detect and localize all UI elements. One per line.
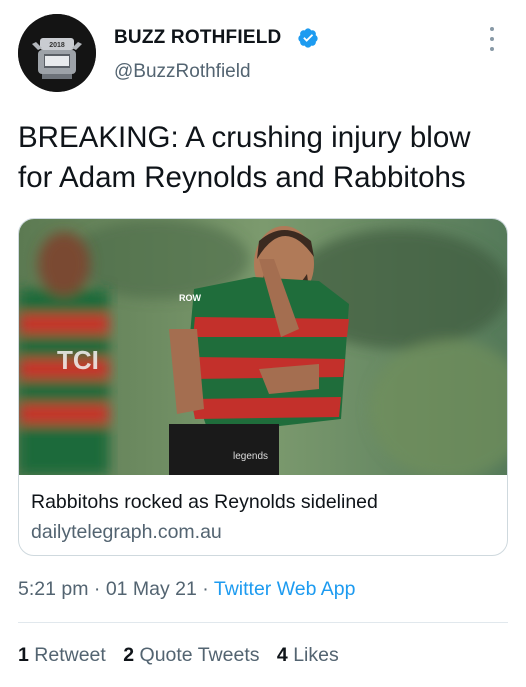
- svg-text:TCI: TCI: [57, 345, 99, 375]
- more-options-icon[interactable]: [484, 24, 500, 54]
- meta-separator: ·: [93, 578, 101, 600]
- tweet-text: BREAKING: A crushing injury blow for Ada…: [18, 121, 471, 194]
- divider: [18, 622, 508, 623]
- svg-text:legends: legends: [233, 451, 268, 462]
- avatar[interactable]: 2018: [18, 14, 96, 92]
- verified-badge-icon: [298, 28, 318, 48]
- card-domain[interactable]: dailytelegraph.com.au: [31, 521, 222, 544]
- retweets-count: 1: [18, 644, 29, 666]
- author-handle[interactable]: @BuzzRothfield: [114, 61, 251, 83]
- dot: [490, 37, 494, 41]
- meta-separator: ·: [202, 578, 209, 600]
- likes-count: 4: [276, 644, 288, 666]
- svg-text:2018: 2018: [49, 42, 65, 49]
- tweet-date[interactable]: 01 May 21: [106, 578, 197, 600]
- tweet-stats: 1 Retweet 2 Quote Tweets 4 Likes: [18, 644, 351, 667]
- rugby-player-photo: TCI ROW legends: [19, 219, 507, 475]
- dot: [490, 47, 494, 51]
- retweets-stat[interactable]: 1 Retweet: [18, 644, 106, 666]
- tweet-time[interactable]: 5:21 pm: [18, 578, 88, 600]
- card-title[interactable]: Rabbitohs rocked as Reynolds sidelined: [31, 491, 378, 514]
- nrl-trophy-icon: 2018: [18, 14, 96, 92]
- retweets-label: Retweet: [34, 644, 106, 666]
- dot: [490, 27, 494, 31]
- quotes-count: 2: [123, 644, 135, 666]
- tweet-source-link[interactable]: Twitter Web App: [214, 578, 356, 600]
- quotes-label: Quote Tweets: [139, 644, 260, 666]
- quote-tweets-stat[interactable]: 2 Quote Tweets: [123, 644, 259, 666]
- tweet-meta: 5:21 pm · 01 May 21 · Twitter Web App: [18, 578, 356, 601]
- svg-text:ROW: ROW: [179, 293, 202, 303]
- link-card[interactable]: TCI ROW legends Rabbitohs rocked as Reyn…: [18, 218, 508, 556]
- likes-stat[interactable]: 4 Likes: [277, 644, 339, 666]
- author-display-name[interactable]: BUZZ ROTHFIELD: [114, 27, 281, 49]
- likes-label: Likes: [293, 644, 339, 666]
